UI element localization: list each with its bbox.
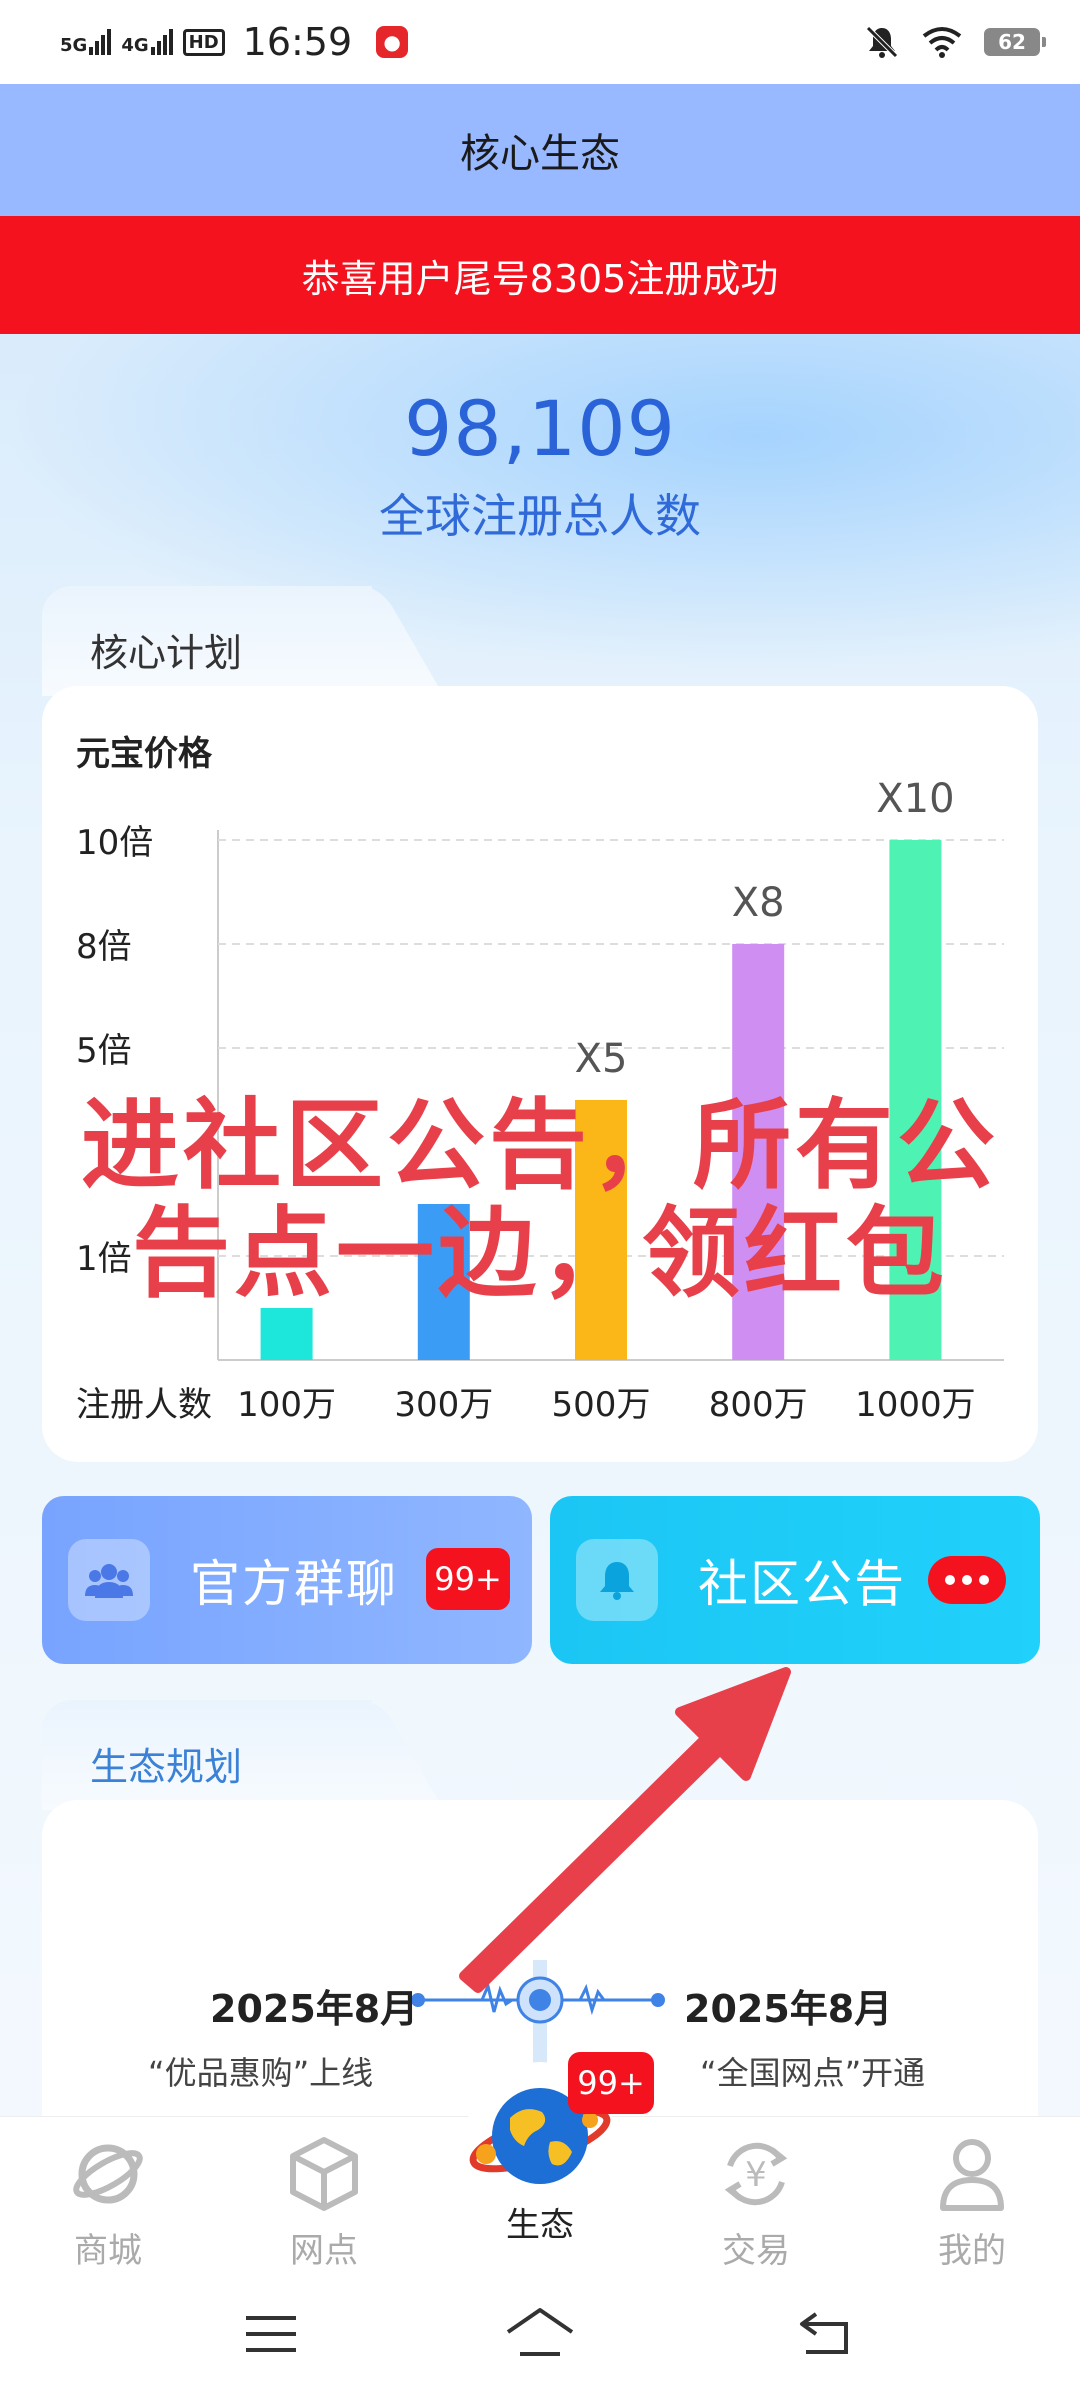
svg-text:¥: ¥ — [745, 2155, 767, 2195]
nav-item-profile[interactable]: 我的 — [892, 2129, 1052, 2272]
planet-icon — [28, 2129, 188, 2219]
yuan-exchange-icon: ¥ — [676, 2129, 836, 2219]
user-icon — [892, 2129, 1052, 2219]
nav-label-mall: 商城 — [74, 2231, 142, 2271]
nav-item-trade[interactable]: ¥ 交易 — [676, 2129, 836, 2272]
nav-label-outlets: 网点 — [290, 2231, 358, 2271]
home-icon[interactable] — [504, 2306, 576, 2358]
cube-icon — [244, 2129, 404, 2219]
nav-item-mall[interactable]: 商城 — [28, 2129, 188, 2272]
back-icon[interactable] — [796, 2310, 852, 2356]
ecosystem-badge: 99+ — [568, 2052, 654, 2114]
nav-item-outlets[interactable]: 网点 — [244, 2129, 404, 2272]
nav-label-profile: 我的 — [938, 2231, 1006, 2271]
pointer-arrow-icon — [459, 1667, 791, 1993]
system-nav-bar — [0, 2276, 1080, 2400]
menu-icon[interactable] — [244, 2312, 298, 2356]
nav-label-trade: 交易 — [722, 2231, 790, 2271]
